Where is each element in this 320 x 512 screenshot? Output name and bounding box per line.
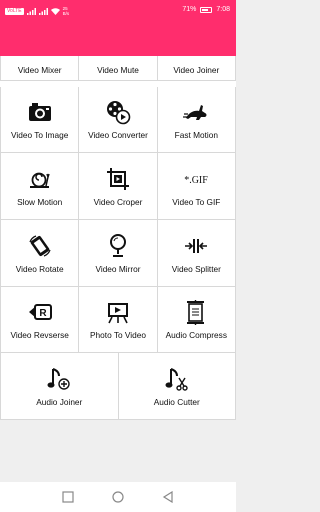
tool-label: Slow Motion bbox=[17, 196, 63, 207]
navigation-bar bbox=[0, 482, 236, 512]
splitter-icon bbox=[183, 233, 209, 259]
tool-audio-compress[interactable]: Audio Compress bbox=[157, 287, 236, 353]
tool-video-splitter[interactable]: Video Splitter bbox=[157, 220, 236, 287]
tool-audio-joiner[interactable]: Audio Joiner bbox=[0, 353, 119, 420]
clock: 7:08 bbox=[216, 6, 230, 13]
rotate-icon bbox=[27, 233, 53, 259]
tool-video-mirror[interactable]: Video Mirror bbox=[79, 220, 158, 287]
tool-video-converter[interactable]: Video Converter bbox=[79, 87, 158, 153]
tool-label: Video To Image bbox=[10, 130, 69, 140]
tools-row: Video Mixer Video Mute Video Joiner bbox=[0, 56, 236, 81]
mirror-icon bbox=[105, 233, 131, 259]
tool-video-to-gif[interactable]: *.GIF Video To GIF bbox=[157, 153, 236, 220]
tool-fast-motion[interactable]: Fast Motion bbox=[157, 87, 236, 153]
tool-label: Video Mixer bbox=[17, 65, 62, 75]
app-header bbox=[0, 22, 236, 56]
battery-icon bbox=[200, 6, 213, 13]
tool-video-to-image[interactable]: Video To Image bbox=[0, 87, 80, 153]
tools-row: Slow Motion Video Croper *.GIF Video To … bbox=[0, 153, 236, 220]
signal-icon bbox=[26, 7, 36, 15]
rabbit-icon bbox=[183, 99, 209, 125]
reverse-icon: R bbox=[27, 299, 53, 325]
tool-label: Video Joiner bbox=[173, 65, 220, 75]
tools-row: Video To Image Video Converter Fast Moti… bbox=[0, 87, 236, 153]
tool-video-revserse[interactable]: R Video Revserse bbox=[0, 287, 80, 353]
tool-label: Video Croper bbox=[93, 196, 143, 207]
svg-text:R: R bbox=[39, 308, 47, 319]
tool-video-rotate[interactable]: Video Rotate bbox=[0, 220, 80, 287]
tool-photo-to-video[interactable]: Photo To Video bbox=[79, 287, 158, 353]
gif-icon: *.GIF bbox=[183, 166, 209, 192]
svg-text:*.GIF: *.GIF bbox=[185, 175, 209, 186]
tool-label: Fast Motion bbox=[174, 130, 218, 140]
tool-slow-motion[interactable]: Slow Motion bbox=[0, 153, 80, 220]
net-speed: 25 B/s bbox=[62, 6, 70, 16]
tool-label: Audio Compress bbox=[165, 330, 227, 340]
tools-row: Audio Joiner Audio Cutter bbox=[0, 353, 236, 420]
music-add-icon bbox=[46, 366, 72, 392]
tool-label: Audio Joiner bbox=[36, 396, 83, 407]
tool-video-joiner[interactable]: Video Joiner bbox=[157, 56, 236, 81]
tool-label: Video Splitter bbox=[171, 263, 221, 274]
tool-label: Video To GIF bbox=[172, 196, 221, 207]
battery-percent: 71% bbox=[182, 6, 197, 13]
tools-row: Video Rotate Video Mirror Video Splitter bbox=[0, 220, 236, 287]
compress-icon bbox=[183, 299, 209, 325]
tool-label: Video Revserse bbox=[10, 330, 69, 340]
recents-square-icon[interactable] bbox=[62, 491, 74, 503]
wifi-icon bbox=[50, 7, 60, 15]
music-cut-icon bbox=[164, 366, 190, 392]
tools-grid: Video Mixer Video Mute Video Joiner Vide… bbox=[0, 56, 236, 420]
tool-label: Video Rotate bbox=[15, 263, 64, 274]
tool-label: Video Mute bbox=[97, 65, 139, 75]
tool-label: Audio Cutter bbox=[153, 396, 200, 407]
snail-icon bbox=[27, 166, 53, 192]
volte-badge: VoLTE bbox=[5, 7, 24, 15]
tool-label: Video Mirror bbox=[95, 263, 141, 274]
tools-row: R Video Revserse Photo To Video Audio Co… bbox=[0, 287, 236, 353]
signal-icon bbox=[38, 7, 48, 15]
film-board-icon bbox=[105, 299, 131, 325]
tool-label: Photo To Video bbox=[90, 330, 146, 340]
reel-icon bbox=[105, 99, 131, 125]
back-triangle-icon[interactable] bbox=[162, 491, 174, 503]
status-bar: VoLTE 25 B/s 71% 7:08 bbox=[0, 0, 236, 22]
tool-video-mixer[interactable]: Video Mixer bbox=[0, 56, 80, 81]
camera-icon bbox=[27, 99, 53, 125]
tool-label: Video Converter bbox=[88, 130, 148, 140]
home-circle-icon[interactable] bbox=[112, 491, 124, 503]
tool-video-croper[interactable]: Video Croper bbox=[79, 153, 158, 220]
crop-icon bbox=[105, 166, 131, 192]
tool-video-mute[interactable]: Video Mute bbox=[79, 56, 158, 81]
tool-audio-cutter[interactable]: Audio Cutter bbox=[118, 353, 236, 420]
